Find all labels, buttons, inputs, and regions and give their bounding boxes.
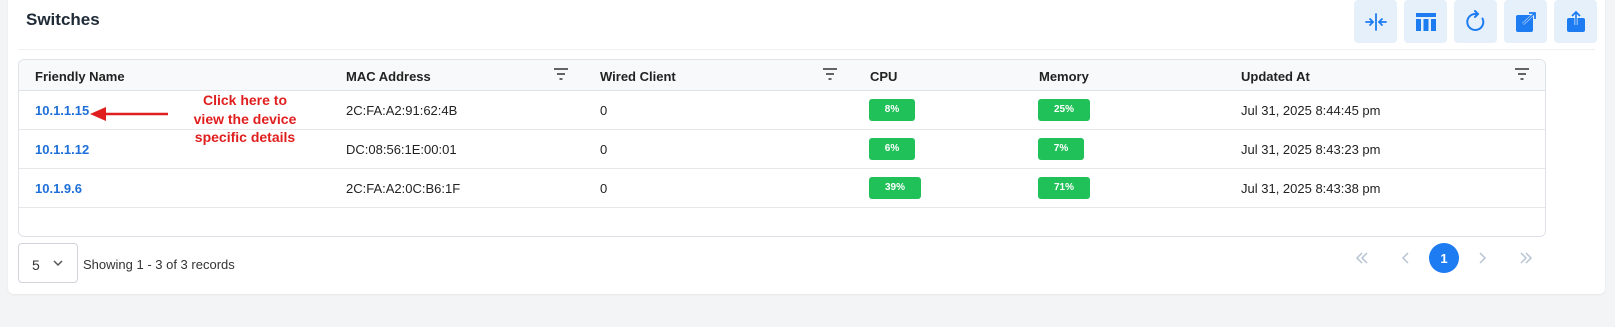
table-header: Friendly Name MAC Address Wired Client C…: [19, 60, 1545, 91]
refresh-button[interactable]: [1454, 0, 1497, 43]
annotation-callout: Click here to view the device specific d…: [170, 91, 320, 147]
open-external-icon: [1515, 11, 1536, 32]
memory-badge: 71%: [1038, 177, 1090, 199]
column-header-cpu[interactable]: CPU: [870, 69, 897, 84]
refresh-icon: [1465, 9, 1484, 31]
collapse-icon: [1364, 12, 1387, 31]
double-chevron-left-icon: [1355, 252, 1368, 264]
toolbar: [1354, 0, 1597, 43]
column-header-mac-address[interactable]: MAC Address: [346, 69, 431, 84]
double-chevron-right-icon: [1520, 252, 1533, 264]
annotation-line: specific details: [194, 129, 296, 145]
previous-page-button[interactable]: [1391, 243, 1421, 273]
first-page-button[interactable]: [1347, 243, 1377, 273]
column-header-wired-client[interactable]: Wired Client: [600, 69, 676, 84]
table-row: 10.1.9.6 2C:FA:A2:0C:B6:1F 0 39% 71% Jul…: [19, 169, 1545, 208]
wired-client-count: 0: [600, 142, 608, 157]
open-external-button[interactable]: [1504, 0, 1547, 43]
column-header-updated-at[interactable]: Updated At: [1241, 69, 1310, 84]
columns-button[interactable]: [1404, 0, 1447, 43]
export-icon: [1566, 10, 1585, 32]
switches-table: Friendly Name MAC Address Wired Client C…: [18, 59, 1546, 237]
columns-icon: [1415, 12, 1436, 31]
chevron-right-icon: [1479, 252, 1487, 264]
divider: [18, 49, 1595, 50]
filter-icon[interactable]: [823, 68, 837, 80]
last-page-button[interactable]: [1511, 243, 1541, 273]
next-page-button[interactable]: [1467, 243, 1497, 273]
annotation-arrow: [90, 107, 168, 121]
cpu-badge: 6%: [869, 138, 915, 160]
wired-client-count: 0: [600, 103, 608, 118]
device-name-link[interactable]: 10.1.1.12: [35, 142, 89, 157]
memory-badge: 7%: [1038, 138, 1084, 160]
chevron-down-icon: [53, 260, 63, 267]
page-size-value: 5: [32, 257, 40, 273]
mac-address: 2C:FA:A2:91:62:4B: [346, 103, 458, 118]
annotation-line: view the device: [193, 110, 297, 127]
wired-client-count: 0: [600, 181, 608, 196]
chevron-left-icon: [1401, 252, 1409, 264]
filter-icon[interactable]: [1515, 68, 1529, 80]
export-button[interactable]: [1554, 0, 1597, 43]
column-header-memory[interactable]: Memory: [1039, 69, 1089, 84]
memory-badge: 25%: [1038, 99, 1090, 121]
annotation-line: Click here to: [202, 92, 288, 108]
page-title: Switches: [26, 10, 100, 29]
cpu-badge: 39%: [869, 177, 921, 199]
cpu-badge: 8%: [869, 99, 915, 121]
device-name-link[interactable]: 10.1.9.6: [35, 181, 82, 196]
updated-at: Jul 31, 2025 8:43:38 pm: [1241, 181, 1381, 196]
page-size-select[interactable]: 5: [18, 243, 78, 283]
filter-icon[interactable]: [554, 68, 568, 80]
mac-address: 2C:FA:A2:0C:B6:1F: [346, 181, 461, 196]
records-summary: Showing 1 - 3 of 3 records: [83, 257, 235, 272]
collapse-button[interactable]: [1354, 0, 1397, 43]
updated-at: Jul 31, 2025 8:44:45 pm: [1241, 103, 1381, 118]
mac-address: DC:08:56:1E:00:01: [346, 142, 457, 157]
column-header-friendly-name[interactable]: Friendly Name: [35, 69, 125, 84]
device-name-link[interactable]: 10.1.1.15: [35, 103, 89, 118]
updated-at: Jul 31, 2025 8:43:23 pm: [1241, 142, 1381, 157]
page-button-1[interactable]: 1: [1429, 243, 1459, 273]
